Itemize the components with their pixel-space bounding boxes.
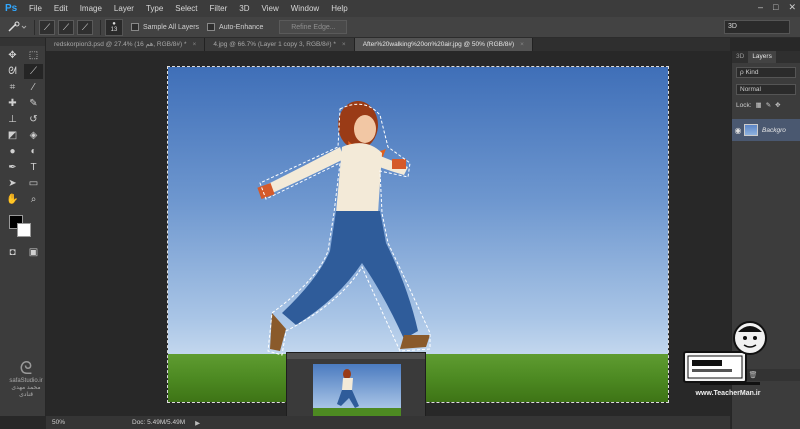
watermark-safastudio: ᘓ safaStudio.ir محمد مهدی قنادی xyxy=(4,358,48,398)
move-tool-icon[interactable]: ✥ xyxy=(3,48,22,63)
tab-layers[interactable]: Layers xyxy=(748,51,776,63)
new-selection-icon[interactable]: ⟋ xyxy=(39,19,55,35)
photoshop-logo: Ps xyxy=(5,2,18,14)
refine-edge-button[interactable]: Refine Edge... xyxy=(279,20,348,34)
zoom-level[interactable]: 50% xyxy=(52,419,82,426)
lock-label: Lock: xyxy=(736,101,752,109)
layer-name: Backgro xyxy=(762,126,786,134)
status-bar: 50% Doc: 5.49M/5.49M ▶ xyxy=(46,416,730,429)
layer-filter-kind[interactable]: ρ Kind xyxy=(736,67,796,78)
layer-thumbnail xyxy=(744,124,758,136)
sample-all-layers-label: Sample All Layers xyxy=(143,23,200,31)
canvas-area[interactable] xyxy=(46,51,730,416)
tab-document[interactable]: 4.jpg @ 66.7% (Layer 1 copy 3, RGB/8#) *… xyxy=(205,38,355,51)
dodge-tool-icon[interactable]: ◐ xyxy=(24,144,43,159)
watermark-subname: محمد مهدی قنادی xyxy=(11,385,41,398)
tab-close-icon[interactable]: × xyxy=(520,41,524,48)
tab-label: After%20walking%20on%20air.jpg @ 50% (RG… xyxy=(362,41,515,48)
lock-row: Lock: ▦ ✎ ✥ xyxy=(736,101,796,110)
tab-document[interactable]: redskorpion3.psd @ 27.4% (هم 16, RGB/8#)… xyxy=(46,38,206,51)
teacherman-site: www.TeacherMan.ir xyxy=(695,390,761,397)
minimize-icon[interactable]: – xyxy=(758,2,763,13)
tab-label: 4.jpg @ 66.7% (Layer 1 copy 3, RGB/8#) * xyxy=(213,41,336,48)
eyedropper-tool-icon[interactable]: ⁄ xyxy=(24,80,43,95)
blend-mode-select[interactable]: Normal xyxy=(736,84,796,95)
divider xyxy=(100,19,101,35)
navigator-thumbnail[interactable] xyxy=(286,352,426,416)
tab-close-icon[interactable]: × xyxy=(342,41,346,48)
add-to-selection-icon[interactable]: ⟋ xyxy=(58,19,74,35)
status-menu-icon[interactable]: ▶ xyxy=(195,419,200,427)
panel-tabs: 3D Layers xyxy=(732,51,800,63)
screen-mode-icon[interactable]: ▣ xyxy=(24,245,43,260)
menu-select[interactable]: Select xyxy=(169,0,203,17)
menu-edit[interactable]: Edit xyxy=(48,0,74,17)
background-color-swatch[interactable] xyxy=(17,223,31,237)
lock-brush-icon[interactable]: ✎ xyxy=(766,101,771,109)
eraser-tool-icon[interactable]: ◩ xyxy=(3,128,22,143)
tab-document-active[interactable]: After%20walking%20on%20air.jpg @ 50% (RG… xyxy=(354,38,533,51)
workspace-select[interactable]: 3D xyxy=(724,20,790,34)
options-bar: ⟋ ⟋ ⟋ ● 13 Sample All Layers Auto-Enhanc… xyxy=(0,17,800,38)
tab-3d[interactable]: 3D xyxy=(732,51,748,63)
document-tabs: redskorpion3.psd @ 27.4% (هم 16, RGB/8#)… xyxy=(46,38,730,51)
brush-size-value: 13 xyxy=(110,27,118,33)
shape-tool-icon[interactable]: ▭ xyxy=(24,176,43,191)
auto-enhance-checkbox[interactable]: Auto-Enhance xyxy=(207,23,263,31)
document-size: Doc: 5.49M/5.49M xyxy=(132,419,186,426)
tab-label: redskorpion3.psd @ 27.4% (هم 16, RGB/8#)… xyxy=(54,41,187,48)
blur-tool-icon[interactable]: ● xyxy=(3,144,22,159)
hand-tool-icon[interactable]: ✋ xyxy=(3,192,22,207)
navigator-titlebar[interactable] xyxy=(287,353,425,359)
checkbox-box[interactable] xyxy=(131,23,139,31)
menu-window[interactable]: Window xyxy=(285,0,325,17)
checkbox-box[interactable] xyxy=(207,23,216,31)
menu-filter[interactable]: Filter xyxy=(204,0,234,17)
type-tool-icon[interactable]: T xyxy=(24,160,43,175)
watermark-teacherman: www.TeacherMan.ir xyxy=(680,312,776,402)
quick-mask-icon[interactable]: ◘ xyxy=(3,245,22,260)
brush-size-picker[interactable]: ● 13 xyxy=(105,18,123,36)
menu-3d[interactable]: 3D xyxy=(233,0,255,17)
auto-enhance-label: Auto-Enhance xyxy=(219,23,264,31)
healing-brush-tool-icon[interactable]: ✚ xyxy=(3,96,22,111)
menu-image[interactable]: Image xyxy=(74,0,108,17)
menu-file[interactable]: File xyxy=(23,0,48,17)
quick-selection-preset-picker[interactable] xyxy=(4,19,30,36)
menu-type[interactable]: Type xyxy=(140,0,169,17)
lasso-tool-icon[interactable]: ᘛ xyxy=(3,64,22,79)
crop-tool-icon[interactable]: ⌗ xyxy=(3,80,22,95)
divider xyxy=(34,19,35,35)
menu-view[interactable]: View xyxy=(256,0,285,17)
panel-grip[interactable] xyxy=(0,38,45,46)
tab-close-icon[interactable]: × xyxy=(193,41,197,48)
menu-bar: Ps File Edit Image Layer Type Select Fil… xyxy=(0,0,800,17)
close-icon[interactable]: ✕ xyxy=(788,2,796,13)
window-controls: – □ ✕ xyxy=(758,2,796,13)
brush-tool-icon[interactable]: ✎ xyxy=(24,96,43,111)
swirl-logo-icon: ᘓ xyxy=(19,358,33,378)
clone-stamp-tool-icon[interactable]: ⊥ xyxy=(3,112,22,127)
navigator-figure xyxy=(337,369,359,408)
history-brush-tool-icon[interactable]: ↺ xyxy=(24,112,43,127)
quick-selection-brush-icon xyxy=(8,21,27,32)
lock-transparency-icon[interactable]: ▦ xyxy=(756,101,762,109)
sample-all-layers-checkbox[interactable]: Sample All Layers xyxy=(131,23,199,31)
marquee-tool-icon[interactable]: ⬚ xyxy=(24,48,43,63)
zoom-tool-icon[interactable]: ⌕ xyxy=(24,192,43,207)
maximize-icon[interactable]: □ xyxy=(773,2,778,13)
navigator-preview[interactable] xyxy=(313,364,401,416)
pen-tool-icon[interactable]: ✒ xyxy=(3,160,22,175)
eye-icon[interactable]: ◉ xyxy=(732,126,744,135)
path-selection-tool-icon[interactable]: ➤ xyxy=(3,176,22,191)
quick-selection-tool-icon[interactable]: ⟋ xyxy=(24,64,43,79)
layer-row-background[interactable]: ◉ Backgro xyxy=(732,119,800,141)
color-swatches xyxy=(6,213,45,243)
menu-layer[interactable]: Layer xyxy=(108,0,140,17)
teacherman-logo xyxy=(683,321,767,385)
lock-move-icon[interactable]: ✥ xyxy=(775,101,780,109)
subtract-from-selection-icon[interactable]: ⟋ xyxy=(77,19,93,35)
paint-bucket-tool-icon[interactable]: ◈ xyxy=(24,128,43,143)
menu-help[interactable]: Help xyxy=(325,0,353,17)
